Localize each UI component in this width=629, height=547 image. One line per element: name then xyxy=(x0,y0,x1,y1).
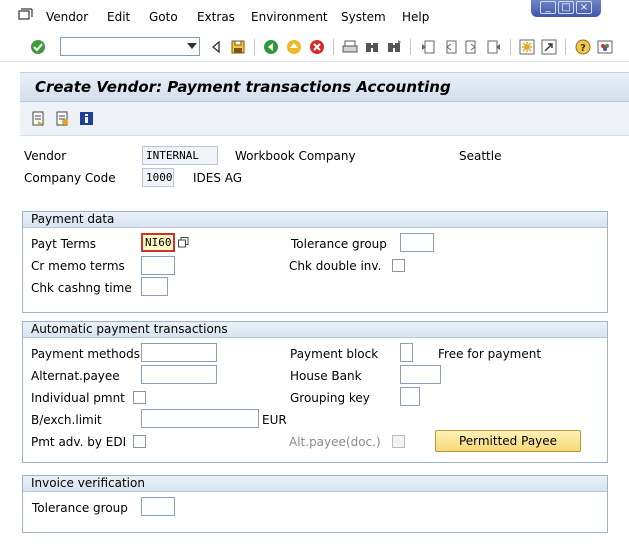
page-title: Create Vendor: Payment transactions Acco… xyxy=(35,78,451,96)
layout-icon[interactable] xyxy=(597,39,613,55)
payment-methods-field[interactable] xyxy=(141,343,217,362)
individual-pmnt-label: Individual pmnt xyxy=(31,391,125,405)
separator xyxy=(254,39,255,55)
company-code-field: 1000 xyxy=(142,168,174,187)
cr-memo-terms-label: Cr memo terms xyxy=(31,259,125,273)
last-page-icon[interactable] xyxy=(486,39,502,55)
create-session-icon[interactable] xyxy=(519,39,535,55)
grouping-key-field[interactable] xyxy=(400,387,420,406)
next-page-icon[interactable] xyxy=(464,39,480,55)
pmt-adv-edi-checkbox[interactable] xyxy=(133,435,146,448)
grouping-key-label: Grouping key xyxy=(290,391,370,405)
shortcut-icon[interactable] xyxy=(541,39,557,55)
cr-memo-terms-field[interactable] xyxy=(141,256,175,275)
alternat-payee-label: Alternat.payee xyxy=(31,369,120,383)
menu-edit[interactable]: Edit xyxy=(107,10,130,24)
house-bank-field[interactable] xyxy=(400,365,441,384)
payt-terms-field[interactable]: NI60 xyxy=(141,233,175,252)
check-icon[interactable] xyxy=(30,39,46,55)
individual-pmnt-checkbox[interactable] xyxy=(133,391,146,404)
other-vendor-icon[interactable] xyxy=(31,111,46,126)
window-controls: _ □ × xyxy=(531,0,601,17)
menu-goto[interactable]: Goto xyxy=(149,10,178,24)
vendor-city: Seattle xyxy=(459,149,502,163)
system-menu-icon[interactable] xyxy=(18,8,34,22)
back-icon[interactable] xyxy=(208,39,224,55)
info-icon[interactable] xyxy=(79,111,94,126)
iv-tolerance-group-field[interactable] xyxy=(141,497,175,516)
payment-block-field[interactable] xyxy=(400,343,413,362)
vendor-name: Workbook Company xyxy=(235,149,356,163)
chk-double-inv-checkbox[interactable] xyxy=(392,259,405,272)
prev-page-icon[interactable] xyxy=(442,39,458,55)
chk-cashng-time-label: Chk cashng time xyxy=(31,281,132,295)
separator xyxy=(510,39,511,55)
find-icon[interactable] xyxy=(364,39,380,55)
payment-block-label: Payment block xyxy=(290,347,379,361)
separator xyxy=(333,39,334,55)
payment-methods-label: Payment methods xyxy=(31,347,140,361)
title-bar: Create Vendor: Payment transactions Acco… xyxy=(20,72,629,102)
first-page-icon[interactable] xyxy=(420,39,436,55)
tolerance-group-field[interactable] xyxy=(400,233,434,252)
help-icon[interactable]: ? xyxy=(575,39,591,55)
exit-icon[interactable] xyxy=(286,39,302,55)
payt-terms-label: Payt Terms xyxy=(31,237,97,251)
iv-tolerance-group-label: Tolerance group xyxy=(32,501,128,515)
chk-double-inv-label: Chk double inv. xyxy=(289,259,382,273)
payment-data-title: Payment data xyxy=(23,212,607,228)
chevron-down-icon[interactable] xyxy=(187,43,197,49)
payment-block-text: Free for payment xyxy=(438,347,542,361)
application-toolbar xyxy=(20,102,629,136)
menu-extras[interactable]: Extras xyxy=(197,10,235,24)
company-code-label: Company Code xyxy=(24,171,116,185)
bexch-limit-label: B/exch.limit xyxy=(31,413,102,427)
additional-data-icon[interactable] xyxy=(55,111,70,126)
print-icon[interactable] xyxy=(342,39,358,55)
command-field[interactable] xyxy=(60,37,200,56)
vendor-field: INTERNAL xyxy=(142,146,218,165)
permitted-payee-button[interactable]: Permitted Payee xyxy=(435,430,581,452)
svg-text:?: ? xyxy=(580,43,586,54)
auto-payment-title: Automatic payment transactions xyxy=(23,322,607,338)
menu-vendor[interactable]: Vendor xyxy=(46,10,88,24)
separator xyxy=(565,39,566,55)
minimize-button[interactable]: _ xyxy=(540,1,556,14)
alternat-payee-field[interactable] xyxy=(141,365,217,384)
menu-help[interactable]: Help xyxy=(402,10,429,24)
bexch-currency: EUR xyxy=(262,413,287,427)
invoice-verification-title: Invoice verification xyxy=(23,476,607,492)
company-name: IDES AG xyxy=(193,171,243,185)
nav-back-icon[interactable] xyxy=(263,39,279,55)
find-next-icon[interactable] xyxy=(386,39,402,55)
menu-environment[interactable]: Environment xyxy=(251,10,328,24)
vendor-label: Vendor xyxy=(24,149,67,163)
alt-payee-doc-label: Alt.payee(doc.) xyxy=(289,435,381,449)
bexch-limit-field[interactable] xyxy=(141,409,259,428)
main-content: Vendor INTERNAL Workbook Company Seattle… xyxy=(20,136,629,547)
chk-cashng-time-field[interactable] xyxy=(141,277,168,296)
copy-icon[interactable] xyxy=(178,237,189,248)
close-button[interactable]: × xyxy=(576,1,592,14)
cancel-icon[interactable] xyxy=(309,39,325,55)
house-bank-label: House Bank xyxy=(290,369,362,383)
standard-toolbar: ? xyxy=(0,32,629,62)
maximize-button[interactable]: □ xyxy=(558,1,574,14)
alt-payee-doc-checkbox xyxy=(392,435,405,448)
menu-system[interactable]: System xyxy=(341,10,386,24)
separator xyxy=(410,39,411,55)
tolerance-group-label: Tolerance group xyxy=(291,237,387,251)
save-icon[interactable] xyxy=(230,39,246,55)
menu-bar: Vendor Edit Goto Extras Environment Syst… xyxy=(0,0,629,32)
pmt-adv-edi-label: Pmt adv. by EDI xyxy=(31,435,127,449)
